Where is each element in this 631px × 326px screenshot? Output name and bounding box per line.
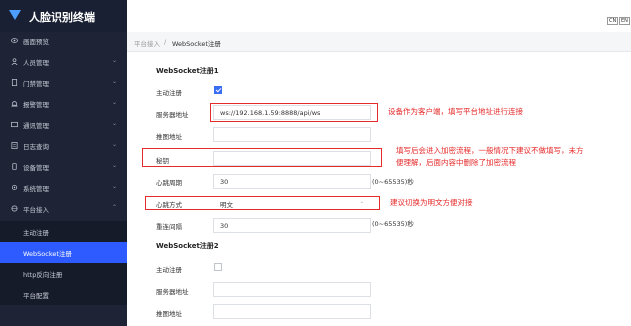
- section-title-1: WebSocket注册1: [156, 67, 219, 75]
- sidebar-item-label: 画面预览: [23, 38, 49, 46]
- annotation-server-note: 设备作为客户端，填写平台地址进行连接: [388, 107, 523, 116]
- eye-icon: [11, 38, 18, 43]
- sidebar-item-label: 通讯管理: [23, 122, 49, 130]
- chevron-down-icon: ⌄: [111, 99, 117, 106]
- alarm-icon: [11, 101, 18, 107]
- active-register-checkbox[interactable]: [214, 86, 222, 94]
- sidebar-subitem-active-register[interactable]: 主动注册: [0, 221, 127, 242]
- push-address-label: 推图地址: [156, 133, 182, 141]
- breadcrumb-parent[interactable]: 平台接入: [134, 38, 160, 48]
- heartbeat-input[interactable]: 30: [213, 174, 371, 189]
- sidebar-item-label: 设备管理: [23, 164, 49, 172]
- comm-icon: [11, 121, 18, 128]
- server-address-label-2: 服务器地址: [156, 288, 189, 296]
- sidebar-subitem-label: 平台配置: [23, 292, 49, 300]
- chevron-down-icon: ⌄: [111, 162, 117, 169]
- sidebar-item-alarm[interactable]: 报警管理 ⌄: [0, 93, 127, 114]
- app-root: 人脸识别终端 画面预览 人员管理 ⌄ 门禁管理 ⌄ 报警管理 ⌄ 通讯管理 ⌄: [0, 0, 631, 326]
- annotation-secret-note-1: 填写后会进入加密流程，一般情况下建议不做填写，未方: [396, 146, 584, 155]
- sidebar-subitem-label: http反向注册: [23, 271, 63, 279]
- sidebar-item-comm[interactable]: 通讯管理 ⌄: [0, 114, 127, 135]
- annotation-mode-note: 建议切换为明文方便对接: [390, 198, 473, 207]
- server-address-input-2[interactable]: [213, 282, 371, 297]
- breadcrumb-separator: /: [164, 38, 167, 46]
- sidebar-item-label: 门禁管理: [23, 80, 49, 88]
- active-register-label: 主动注册: [156, 89, 182, 97]
- annotation-box-secret: [142, 148, 382, 167]
- chevron-up-icon: ⌃: [111, 204, 117, 211]
- sidebar: 人脸识别终端 画面预览 人员管理 ⌄ 门禁管理 ⌄ 报警管理 ⌄ 通讯管理 ⌄: [0, 0, 127, 326]
- sidebar-item-log[interactable]: 日志查询 ⌄: [0, 135, 127, 156]
- heartbeat-hint: (0~65535)秒: [372, 178, 414, 186]
- breadcrumb: 平台接入 / WebSocket注册: [127, 32, 631, 52]
- active-register-checkbox-2[interactable]: [214, 263, 222, 271]
- chevron-down-icon: ⌄: [111, 120, 117, 127]
- sidebar-item-label: 报警管理: [23, 101, 49, 109]
- sidebar-item-system[interactable]: 系统管理 ⌄: [0, 177, 127, 198]
- reconnect-label: 重连间隔: [156, 223, 182, 231]
- door-icon: [11, 79, 18, 86]
- sidebar-item-access[interactable]: 门禁管理 ⌄: [0, 72, 127, 93]
- lang-en-button[interactable]: EN: [619, 17, 630, 25]
- annotation-box-server: [210, 103, 378, 122]
- chevron-down-icon: ⌄: [111, 78, 117, 85]
- sidebar-subitem-label: WebSocket注册: [23, 250, 72, 258]
- sidebar-item-personnel[interactable]: 人员管理 ⌄: [0, 51, 127, 72]
- push-address-input[interactable]: [213, 127, 371, 142]
- app-title: 人脸识别终端: [29, 11, 95, 24]
- sidebar-item-device[interactable]: 设备管理 ⌄: [0, 156, 127, 177]
- person-icon: [11, 58, 18, 65]
- reconnect-input[interactable]: 30: [213, 218, 371, 233]
- topbar: CN EN: [127, 0, 631, 32]
- platform-icon: [11, 205, 18, 212]
- annotation-secret-note-2: 便理解，后面内容中删除了加密流程: [396, 158, 516, 167]
- heartbeat-label: 心跳周期: [156, 179, 182, 187]
- chevron-down-icon: ⌄: [111, 183, 117, 190]
- log-icon: [11, 142, 18, 149]
- sidebar-item-label: 系统管理: [23, 185, 49, 193]
- lang-cn-button[interactable]: CN: [607, 17, 619, 25]
- device-icon: [12, 163, 17, 170]
- sidebar-subitem-platform-config[interactable]: 平台配置: [0, 284, 127, 305]
- sidebar-item-label: 人员管理: [23, 59, 49, 67]
- logo-icon: [9, 10, 21, 20]
- sidebar-subitem-http[interactable]: http反向注册: [0, 263, 127, 284]
- reconnect-hint: (0~65535)秒: [372, 220, 414, 228]
- section-title-2: WebSocket注册2: [156, 242, 219, 250]
- sidebar-subitem-websocket[interactable]: WebSocket注册: [0, 242, 127, 263]
- chevron-down-icon: ⌄: [111, 141, 117, 148]
- server-address-label: 服务器地址: [156, 111, 189, 119]
- sidebar-item-preview[interactable]: 画面预览: [0, 30, 127, 51]
- push-address-input-2[interactable]: [213, 304, 371, 319]
- push-address-label-2: 推图地址: [156, 310, 182, 318]
- chevron-down-icon: ⌄: [111, 57, 117, 64]
- sidebar-item-label: 平台接入: [23, 206, 49, 214]
- active-register-label-2: 主动注册: [156, 266, 182, 274]
- app-logo: 人脸识别终端: [0, 0, 127, 32]
- sidebar-subitem-label: 主动注册: [23, 229, 49, 237]
- sidebar-item-label: 日志查询: [23, 143, 49, 151]
- system-icon: [11, 184, 18, 191]
- breadcrumb-current: WebSocket注册: [172, 40, 221, 48]
- sidebar-item-platform[interactable]: 平台接入 ⌃: [0, 198, 127, 219]
- annotation-box-mode: [145, 196, 380, 210]
